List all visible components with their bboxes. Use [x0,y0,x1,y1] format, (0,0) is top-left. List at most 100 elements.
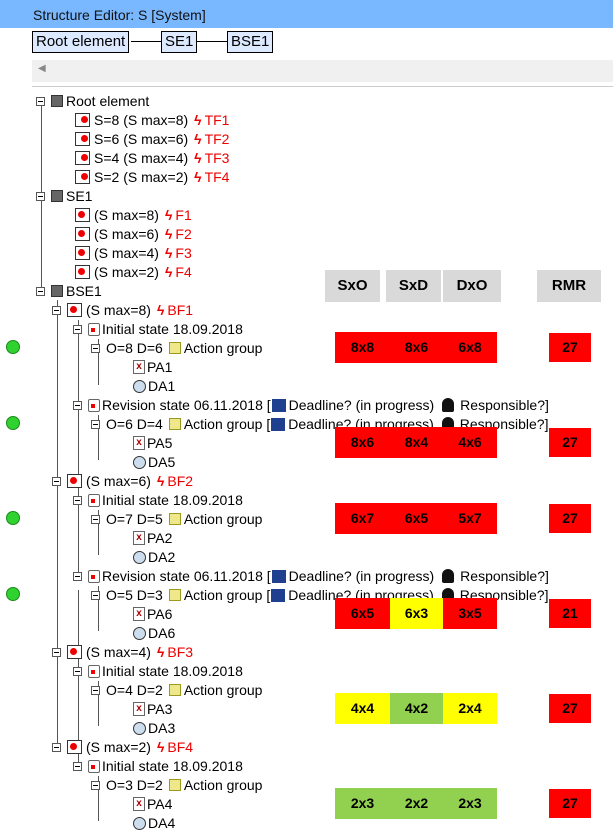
tree-node-pa[interactable]: x PA2 [133,528,172,547]
bracket: [ [262,586,271,603]
tree-node-da[interactable]: DA3 [133,718,175,737]
tree-node-bf[interactable]: (S max=4) ϟ BF3 [52,642,193,661]
collapse-icon[interactable] [52,647,61,657]
preventive-action-icon: x [133,360,145,375]
tree-node-tf[interactable]: (S max=6) ϟ F2 [75,224,192,243]
preventive-action-icon: x [133,531,145,546]
breadcrumb: Root element SE1 BSE1 [32,31,613,53]
tree-node-tf[interactable]: S=4 (S max=4) ϟ TF3 [75,148,229,167]
failure-label: TF1 [204,111,230,128]
node-label: (S max=6) [94,225,159,242]
matrix-cell-dxo: 5x7 [443,503,497,534]
collapse-icon[interactable] [91,419,100,429]
status-dot-icon[interactable] [6,511,20,525]
collapse-icon[interactable] [73,400,82,410]
bracket: [ [262,567,271,584]
collapse-icon[interactable] [73,495,82,505]
collapse-icon[interactable] [91,685,100,695]
failure-label: TF4 [204,168,230,185]
failure-icon [67,474,82,489]
collapse-icon[interactable] [73,666,82,676]
tree-node-da[interactable]: DA5 [133,452,175,471]
collapse-icon[interactable] [91,780,100,790]
preventive-action-icon: x [133,436,145,451]
tree-node-sys[interactable]: Root element [36,91,149,110]
header-rmr: RMR [537,270,601,302]
tree-node-da[interactable]: DA4 [133,813,175,832]
tree-node-st[interactable]: Revision state 06.11.2018 [Deadline? (in… [73,395,549,414]
failure-icon [75,265,90,280]
tree-node-pa[interactable]: x PA6 [133,604,172,623]
failure-flash-icon: ϟ [194,149,202,166]
tree-node-tf[interactable]: S=2 (S max=2) ϟ TF4 [75,167,229,186]
node-label: PA5 [147,434,173,451]
breadcrumb-connector [131,41,161,42]
collapse-icon[interactable] [36,191,45,201]
tree-node-da[interactable]: DA1 [133,376,175,395]
tree-node-st[interactable]: Revision state 06.11.2018 [Deadline? (in… [73,566,549,585]
collapse-icon[interactable] [36,286,45,296]
failure-label: BF2 [167,472,194,489]
failure-flash-icon: ϟ [194,130,202,147]
node-label: DA5 [148,453,176,470]
collapse-icon[interactable] [52,305,61,315]
breadcrumb-root-element[interactable]: Root element [32,31,130,53]
failure-label: F2 [175,225,192,242]
tree-node-st[interactable]: Initial state 18.09.2018 [73,661,243,680]
collapse-icon[interactable] [91,514,100,524]
tree-node-pa[interactable]: x PA3 [133,699,172,718]
collapse-icon[interactable] [91,590,100,600]
breadcrumb-se1[interactable]: SE1 [161,31,198,53]
tree-node-od[interactable]: O=4 D=2 Action group [91,680,262,699]
collapse-icon[interactable] [91,343,100,353]
status-dot-icon[interactable] [6,416,20,430]
tree-node-tf[interactable]: S=6 (S max=6) ϟ TF2 [75,129,229,148]
node-label: Initial state 18.09.2018 [102,320,243,337]
tree-node-tf[interactable]: (S max=8) ϟ F1 [75,205,192,224]
tree-node-st[interactable]: Initial state 18.09.2018 [73,319,243,338]
collapse-icon[interactable] [36,96,45,106]
status-dot-icon[interactable] [6,587,20,601]
tree-node-pa[interactable]: x PA1 [133,357,172,376]
tree-node-tf[interactable]: (S max=2) ϟ F4 [75,262,192,281]
tree-node-tf[interactable]: S=8 (S max=8) ϟ TF1 [75,110,229,129]
action-group-label: Action group [183,510,263,527]
tree-node-tf[interactable]: (S max=4) ϟ F3 [75,243,192,262]
breadcrumb-bse1[interactable]: BSE1 [227,31,274,53]
tree-node-od[interactable]: O=3 D=2 Action group [91,775,262,794]
tree-node-od[interactable]: O=7 D=5 Action group [91,509,262,528]
status-dot-icon[interactable] [6,340,20,354]
tree-node-od[interactable]: O=8 D=6 Action group [91,338,262,357]
failure-flash-icon: ϟ [164,206,173,223]
tree-node-sys[interactable]: SE1 [36,186,92,205]
tree-node-st[interactable]: Initial state 18.09.2018 [73,490,243,509]
matrix-cell-dxo: 6x8 [443,332,497,363]
matrix-cell-sxo: 6x7 [335,503,390,534]
collapse-icon[interactable] [73,571,82,581]
collapse-icon[interactable] [73,761,82,771]
tree-node-pa[interactable]: x PA4 [133,794,172,813]
tree-node-da[interactable]: DA6 [133,623,175,642]
divider [32,86,613,87]
tree-node-bf[interactable]: (S max=8) ϟ BF1 [52,300,193,319]
tree-node-st[interactable]: Initial state 18.09.2018 [73,756,243,775]
tree-node-pa[interactable]: x PA5 [133,433,172,452]
matrix-cell-dxo: 4x6 [443,427,497,458]
collapse-icon[interactable] [73,324,82,334]
collapse-icon[interactable] [52,742,61,752]
failure-flash-icon: ϟ [156,301,165,318]
matrix-cell-rmr: 27 [549,428,591,457]
matrix-cell-sxd: 8x6 [390,332,443,363]
horizontal-scrollbar[interactable]: ◀ [32,60,613,82]
tree-node-bf[interactable]: (S max=2) ϟ BF4 [52,737,193,756]
tree-node-da[interactable]: DA2 [133,547,175,566]
failure-label: F3 [175,244,192,261]
tree-node-bf[interactable]: (S max=6) ϟ BF2 [52,471,193,490]
scroll-left-icon[interactable]: ◀ [38,63,46,74]
collapse-icon[interactable] [52,476,61,486]
detection-action-icon [133,721,146,735]
matrix-cell-sxd: 6x3 [390,598,443,629]
tree-node-sys[interactable]: BSE1 [36,281,102,300]
node-label: S=2 (S max=2) [94,168,189,185]
node-label: DA4 [148,814,176,831]
